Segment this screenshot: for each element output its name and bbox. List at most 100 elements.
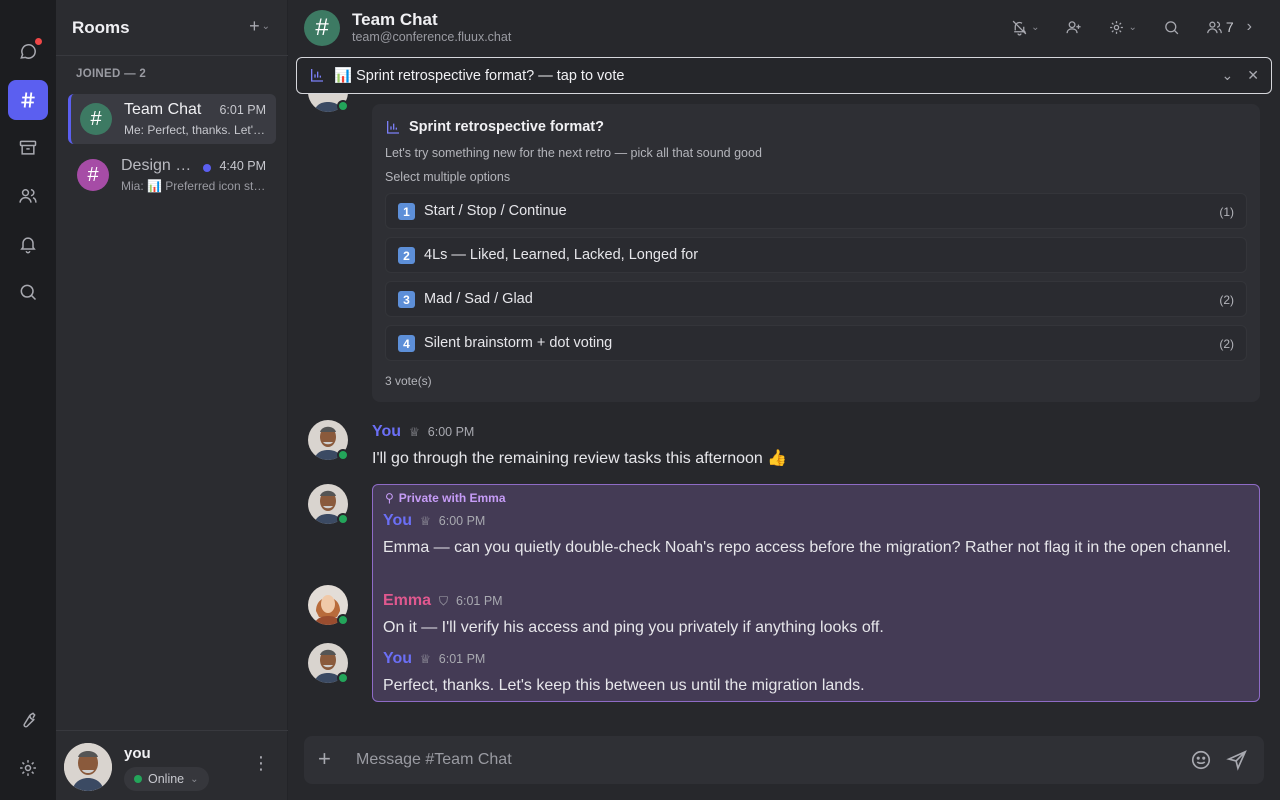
- private-thread: ⚲ Private with Emma You ♕ 6:00 PM Emma —…: [372, 484, 1260, 702]
- status-label: Online: [148, 772, 185, 786]
- chat-icon[interactable]: [8, 32, 48, 72]
- poll-card: Sprint retrospective format? Let's try s…: [372, 104, 1260, 402]
- option-label: Start / Stop / Continue: [424, 203, 567, 219]
- plus-icon: +: [249, 16, 260, 36]
- user-plus-icon: [1066, 20, 1082, 33]
- room-address: team@conference.fluux.chat: [352, 30, 512, 44]
- message-meta: You ♕ 6:00 PM: [383, 512, 485, 530]
- search-room-button[interactable]: [1163, 19, 1180, 36]
- whisper-icon: ⚲: [385, 491, 394, 505]
- poll-chart-icon: [387, 121, 399, 134]
- add-room-button[interactable]: + ⌄: [249, 16, 270, 37]
- message-meta: You ♕ 6:00 PM: [372, 423, 474, 441]
- room-item-design-review[interactable]: # Design Review 4:40 PM Mia: 📊 Preferred…: [68, 150, 276, 200]
- chat-main: # Team Chat team@conference.fluux.chat ⌄…: [288, 0, 1280, 800]
- search-icon: [1165, 20, 1179, 34]
- avatar[interactable]: [64, 743, 112, 791]
- send-icon[interactable]: [1226, 749, 1248, 774]
- private-label-text: Private with Emma: [398, 491, 506, 505]
- pinned-poll-banner[interactable]: 📊 Sprint retrospective format? — tap to …: [296, 57, 1272, 94]
- member-count: 7: [1225, 19, 1234, 35]
- online-dot: [337, 100, 349, 112]
- mute-notifications-button[interactable]: ⌄: [1011, 19, 1039, 36]
- archive-icon[interactable]: [8, 128, 48, 168]
- settings-gear-icon[interactable]: [8, 748, 48, 788]
- joined-section-label: JOINED — 2: [76, 68, 147, 80]
- message-author[interactable]: You: [383, 512, 412, 530]
- more-vertical-icon[interactable]: ⋮: [252, 753, 270, 774]
- room-settings-button[interactable]: ⌄: [1108, 19, 1137, 36]
- collapse-chevron-icon[interactable]: ⌄: [1222, 67, 1234, 84]
- room-hash-avatar: #: [304, 10, 340, 46]
- chevron-down-icon: ⌄: [1128, 21, 1137, 33]
- poll-option[interactable]: 1 Start / Stop / Continue (1): [385, 193, 1247, 229]
- message-time: 6:00 PM: [438, 514, 486, 528]
- poll-chart-icon: [309, 67, 325, 86]
- poll-banner-text: 📊 Sprint retrospective format? — tap to …: [334, 68, 625, 84]
- contacts-icon[interactable]: [8, 176, 48, 216]
- chevron-right-icon: ›: [1246, 18, 1252, 35]
- online-dot: [337, 672, 349, 684]
- room-name: Design Review: [121, 157, 199, 174]
- option-label: Silent brainstorm + dot voting: [424, 335, 613, 351]
- message-time: 6:00 PM: [427, 425, 475, 439]
- bell-off-icon: [1012, 20, 1027, 36]
- online-dot: [337, 513, 349, 525]
- wrench-icon[interactable]: [8, 700, 48, 740]
- option-count: (2): [1219, 337, 1234, 351]
- bell-icon[interactable]: [8, 224, 48, 264]
- message-author[interactable]: You: [383, 650, 412, 668]
- crown-icon: ♕: [420, 652, 431, 666]
- invite-user-button[interactable]: [1065, 19, 1082, 36]
- poll-question-text: Sprint retrospective format?: [409, 119, 604, 135]
- chevron-down-icon: ⌄: [190, 773, 199, 785]
- online-dot: [337, 614, 349, 626]
- option-number: 3: [398, 291, 415, 308]
- poll-option[interactable]: 2 4Ls — Liked, Learned, Lacked, Longed f…: [385, 237, 1247, 273]
- message-author[interactable]: Emma: [383, 592, 431, 610]
- poll-option[interactable]: 3 Mad / Sad / Glad (2): [385, 281, 1247, 317]
- rooms-hash-icon[interactable]: [8, 80, 48, 120]
- poll-vote-total: 3 vote(s): [385, 374, 432, 388]
- icon-rail: [0, 0, 56, 800]
- room-name: Team Chat: [124, 101, 202, 118]
- attach-plus-icon[interactable]: +: [318, 746, 331, 772]
- room-item-team-chat[interactable]: # Team Chat 6:01 PM Me: Perfect, thanks.…: [68, 94, 276, 144]
- option-number: 2: [398, 247, 415, 264]
- online-dot: [134, 775, 142, 783]
- message-composer: +: [304, 736, 1264, 784]
- poll-description: Let's try something new for the next ret…: [385, 146, 762, 160]
- presence-status-select[interactable]: Online ⌄: [124, 767, 209, 791]
- unread-indicator: [203, 164, 211, 172]
- room-time: 6:01 PM: [219, 103, 266, 117]
- message-meta: You ♕ 6:01 PM: [383, 650, 485, 668]
- close-icon[interactable]: ✕: [1247, 67, 1259, 84]
- option-number: 4: [398, 335, 415, 352]
- gear-icon: [1110, 20, 1124, 34]
- room-preview: Mia: 📊 Preferred icon style: [121, 179, 267, 193]
- option-count: (1): [1219, 205, 1234, 219]
- chevron-down-icon: ⌄: [261, 21, 270, 32]
- message-author[interactable]: You: [372, 423, 401, 441]
- search-icon[interactable]: [8, 272, 48, 312]
- room-hash-avatar: #: [77, 159, 109, 191]
- message-input[interactable]: [356, 736, 1176, 784]
- members-button[interactable]: 7 ›: [1206, 18, 1252, 36]
- option-number: 1: [398, 203, 415, 220]
- chevron-down-icon: ⌄: [1031, 21, 1040, 33]
- message-text: Emma — can you quietly double-check Noah…: [383, 539, 1231, 556]
- header-actions: ⌄ ⌄ 7 ›: [1011, 18, 1252, 36]
- poll-question: Sprint retrospective format?: [385, 119, 604, 135]
- room-hash-avatar: #: [80, 103, 112, 135]
- unread-dot: [35, 38, 42, 45]
- rooms-sidebar: Rooms + ⌄ JOINED — 2 # Team Chat 6:01 PM …: [56, 0, 288, 800]
- shield-icon: ⛉: [439, 593, 449, 608]
- emoji-icon[interactable]: [1190, 749, 1212, 774]
- poll-option[interactable]: 4 Silent brainstorm + dot voting (2): [385, 325, 1247, 361]
- room-time: 4:40 PM: [219, 159, 266, 173]
- option-count: (2): [1219, 293, 1234, 307]
- chat-header: # Team Chat team@conference.fluux.chat ⌄…: [288, 0, 1280, 56]
- option-label: 4Ls — Liked, Learned, Lacked, Longed for: [424, 247, 699, 263]
- message-text: Perfect, thanks. Let's keep this between…: [383, 677, 865, 694]
- crown-icon: ♕: [409, 425, 420, 439]
